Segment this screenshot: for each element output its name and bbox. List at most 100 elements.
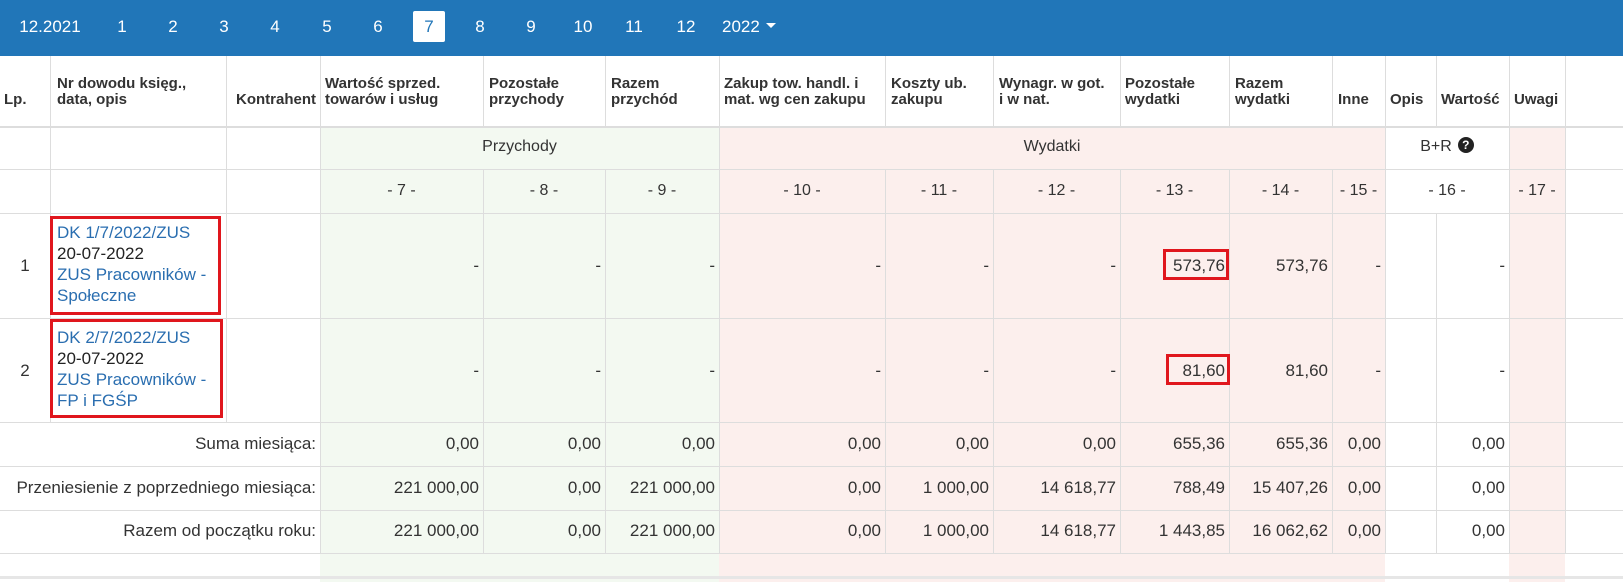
year-label: 2022 — [722, 17, 760, 36]
colnum-11: - 11 - — [920, 182, 958, 199]
header-uwagi: Uwagi — [1514, 91, 1559, 108]
group-br-label: B+R — [1420, 138, 1452, 155]
cell-c7: - — [473, 256, 479, 275]
header-c12-line1: Wynagr. w got. — [999, 75, 1105, 92]
kpir-table: Lp. Nr dowodu księg., data, opis Kontrah… — [0, 56, 1623, 582]
cell-c13: 81,60 — [1182, 361, 1225, 380]
document-desc-line2[interactable]: FP i FGŚP — [57, 391, 138, 411]
colnum-8: - 8 - — [529, 182, 559, 199]
document-desc-line1[interactable]: ZUS Pracowników - — [57, 265, 206, 285]
header-c10-line2: mat. wg cen zakupu — [724, 91, 866, 108]
cell-c9: 0,00 — [681, 434, 715, 453]
cell-c15: - — [1375, 256, 1381, 275]
cell-c14: 81,60 — [1285, 361, 1328, 380]
colnum-7: - 7 - — [387, 182, 416, 199]
cell-c11: - — [983, 256, 989, 275]
cell-c8: - — [595, 361, 601, 380]
cell-c14: 16 062,62 — [1252, 521, 1328, 540]
header-c14-line2: wydatki — [1235, 91, 1291, 108]
document-link[interactable]: DK 1/7/2022/ZUS — [57, 223, 190, 243]
nav-month-7-active[interactable]: 7 — [413, 11, 445, 42]
cell-c12: 14 618,77 — [1040, 478, 1116, 497]
cell-c10: 0,00 — [847, 521, 881, 540]
header-opis: Opis — [1390, 91, 1424, 108]
header-c11-line1: Koszty ub. — [891, 75, 967, 92]
year-dropdown[interactable]: 2022 — [722, 11, 792, 42]
colnum-13: - 13 - — [1155, 182, 1194, 199]
horizontal-scrollbar[interactable] — [0, 576, 1623, 579]
cell-c7: 0,00 — [445, 434, 479, 453]
nav-month-11[interactable]: 11 — [615, 11, 653, 42]
summary-label: Przeniesienie z poprzedniego miesiąca: — [16, 478, 316, 497]
cell-c11: 1 000,00 — [922, 478, 989, 497]
cell-c7: 221 000,00 — [393, 478, 479, 497]
header-wartosc: Wartość — [1441, 91, 1500, 108]
cell-c9: - — [709, 361, 715, 380]
nav-month-2[interactable]: 2 — [157, 11, 189, 42]
cell-c12: - — [1110, 256, 1116, 275]
nav-month-12-2021[interactable]: 12.2021 — [12, 11, 88, 42]
cell-c15: 0,00 — [1347, 521, 1381, 540]
cell-c8: 0,00 — [567, 521, 601, 540]
cell-c15: 0,00 — [1347, 478, 1381, 497]
document-link[interactable]: DK 2/7/2022/ZUS — [57, 328, 190, 348]
colnum-9: - 9 - — [647, 182, 677, 199]
header-inne: Inne — [1338, 91, 1369, 108]
cell-c7: - — [473, 361, 479, 380]
nav-month-3[interactable]: 3 — [208, 11, 240, 42]
header-c13-line2: wydatki — [1125, 91, 1181, 108]
colnum-15: - 15 - — [1339, 182, 1378, 199]
cell-c15: - — [1375, 361, 1381, 380]
group-wydatki: Wydatki — [1023, 138, 1081, 155]
colnum-12: - 12 - — [1037, 182, 1076, 199]
cell-c13: 1 443,85 — [1158, 521, 1225, 540]
cell-c10: - — [875, 361, 881, 380]
nav-month-4[interactable]: 4 — [259, 11, 291, 42]
group-przychody: Przychody — [482, 138, 557, 155]
row-lp: 1 — [20, 256, 30, 275]
cell-c10: 0,00 — [847, 478, 881, 497]
colnum-14: - 14 - — [1261, 182, 1300, 199]
cell-c8: 0,00 — [567, 478, 601, 497]
month-nav-bar: 12.2021 1 2 3 4 5 6 7 8 9 10 11 12 2022 — [0, 0, 1623, 56]
summary-label: Razem od początku roku: — [123, 521, 316, 540]
header-c7-line1: Wartość sprzed. — [325, 75, 441, 92]
cell-c11: 1 000,00 — [922, 521, 989, 540]
header-c14-line1: Razem — [1235, 75, 1284, 92]
document-date: 20-07-2022 — [57, 349, 144, 368]
cell-c12: - — [1110, 361, 1116, 380]
cell-c9: 221 000,00 — [629, 478, 715, 497]
header-lp: Lp. — [4, 91, 27, 108]
cell-c16: 0,00 — [1471, 521, 1505, 540]
cell-c14: 573,76 — [1276, 256, 1328, 275]
cell-c10: - — [875, 256, 881, 275]
nav-month-12[interactable]: 12 — [667, 11, 705, 42]
document-desc-line2[interactable]: Społeczne — [57, 286, 136, 306]
cell-c13: 655,36 — [1173, 434, 1225, 453]
header-nr-line1: Nr dowodu księg., — [57, 75, 187, 92]
cell-c16: 0,00 — [1471, 478, 1505, 497]
cell-c11: 0,00 — [955, 434, 989, 453]
cell-c7: 221 000,00 — [393, 521, 479, 540]
nav-month-6[interactable]: 6 — [362, 11, 394, 42]
nav-month-9[interactable]: 9 — [515, 11, 547, 42]
colnum-16: - 16 - — [1428, 182, 1466, 199]
header-c11-line2: zakupu — [891, 91, 943, 108]
cell-c16: - — [1499, 256, 1505, 275]
nav-month-8[interactable]: 8 — [464, 11, 496, 42]
header-c10-line1: Zakup tow. handl. i — [724, 75, 859, 92]
colnum-10: - 10 - — [783, 182, 821, 199]
cell-c9: 221 000,00 — [629, 521, 715, 540]
help-icon[interactable]: ? — [1457, 136, 1474, 153]
cell-c9: - — [709, 256, 715, 275]
cell-c13: 788,49 — [1173, 478, 1225, 497]
header-c9-line2: przychód — [611, 91, 678, 108]
cell-c12: 14 618,77 — [1040, 521, 1116, 540]
cell-c14: 15 407,26 — [1252, 478, 1328, 497]
nav-month-5[interactable]: 5 — [311, 11, 343, 42]
summary-label: Suma miesiąca: — [195, 434, 316, 453]
nav-month-1[interactable]: 1 — [106, 11, 138, 42]
document-desc-line1[interactable]: ZUS Pracowników - — [57, 370, 206, 390]
nav-month-10[interactable]: 10 — [564, 11, 602, 42]
header-kontrahent: Kontrahent — [236, 91, 316, 108]
